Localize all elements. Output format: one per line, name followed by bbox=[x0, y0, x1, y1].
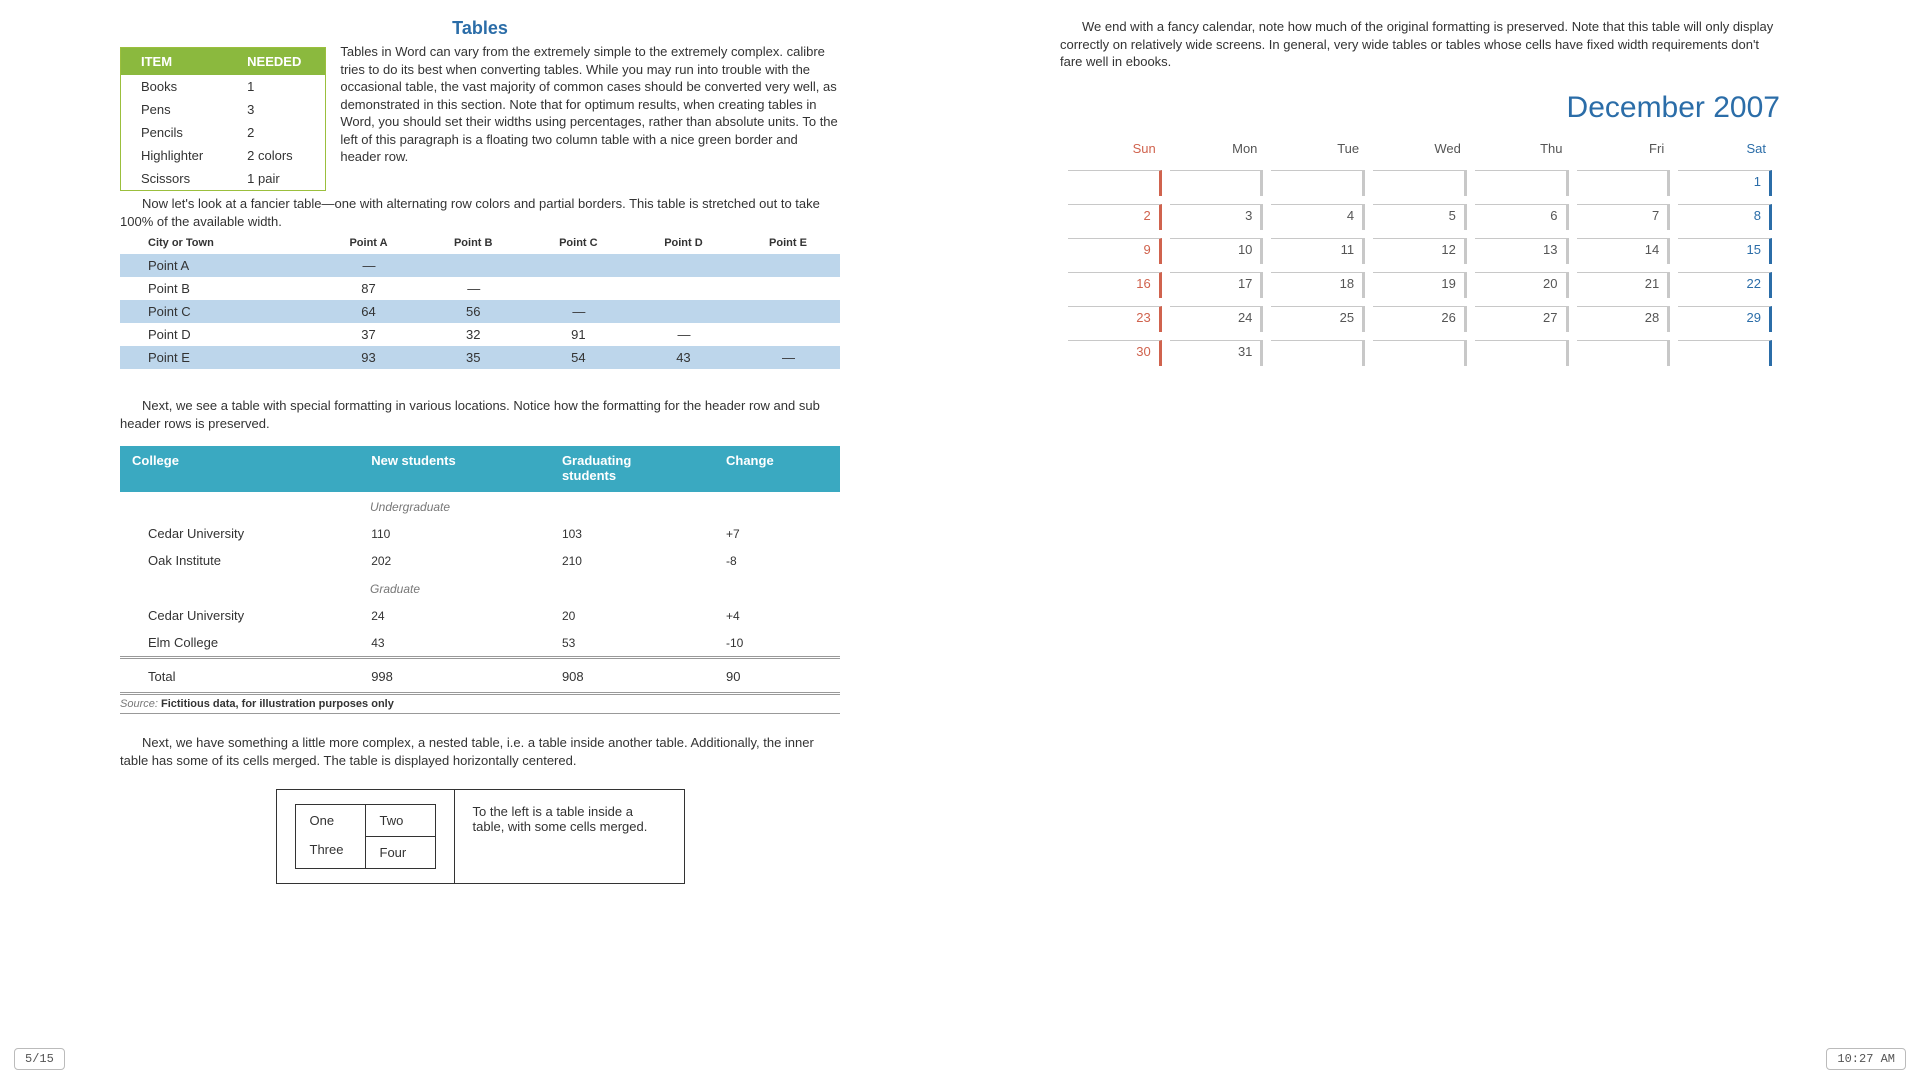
calendar-title: December 2007 bbox=[1060, 91, 1780, 125]
th-needed: NEEDED bbox=[227, 48, 326, 76]
section-title: Tables bbox=[120, 18, 840, 39]
para-fancier-table: Now let's look at a fancier table—one wi… bbox=[120, 195, 840, 230]
left-page: Tables ITEM NEEDED Books1Pens3Pencils2Hi… bbox=[120, 18, 840, 884]
distance-table: City or TownPoint APoint BPoint CPoint D… bbox=[120, 232, 840, 369]
source-label: Source: bbox=[120, 698, 158, 710]
nested-outer-table: One Three Two Four To the left is a tabl… bbox=[276, 789, 685, 884]
right-page: We end with a fancy calendar, note how m… bbox=[1060, 18, 1780, 884]
source-text: Fictitious data, for illustration purpos… bbox=[158, 698, 394, 710]
college-table: CollegeNew studentsGraduatingstudentsCha… bbox=[120, 446, 840, 690]
calendar-table: SunMonTueWedThuFriSat 123456789101112131… bbox=[1060, 131, 1780, 374]
calendar-intro: We end with a fancy calendar, note how m… bbox=[1060, 18, 1780, 71]
clock: 10:27 AM bbox=[1826, 1048, 1906, 1070]
page-counter[interactable]: 5/15 bbox=[14, 1048, 65, 1070]
nested-cell-inner: One Three Two Four bbox=[276, 790, 454, 884]
inner-cell-one: One Three bbox=[295, 805, 365, 869]
nested-caption: To the left is a table inside a table, w… bbox=[454, 790, 684, 884]
inner-cell-two: Two bbox=[365, 805, 435, 837]
nested-inner-table: One Three Two Four bbox=[295, 804, 436, 869]
inner-cell-four: Four bbox=[365, 837, 435, 869]
source-note: Source: Fictitious data, for illustratio… bbox=[120, 692, 840, 714]
para-nested-table: Next, we have something a little more co… bbox=[120, 734, 840, 769]
th-item: ITEM bbox=[121, 48, 228, 76]
supplies-table: ITEM NEEDED Books1Pens3Pencils2Highlight… bbox=[120, 47, 326, 191]
para-special-formatting: Next, we see a table with special format… bbox=[120, 397, 840, 432]
